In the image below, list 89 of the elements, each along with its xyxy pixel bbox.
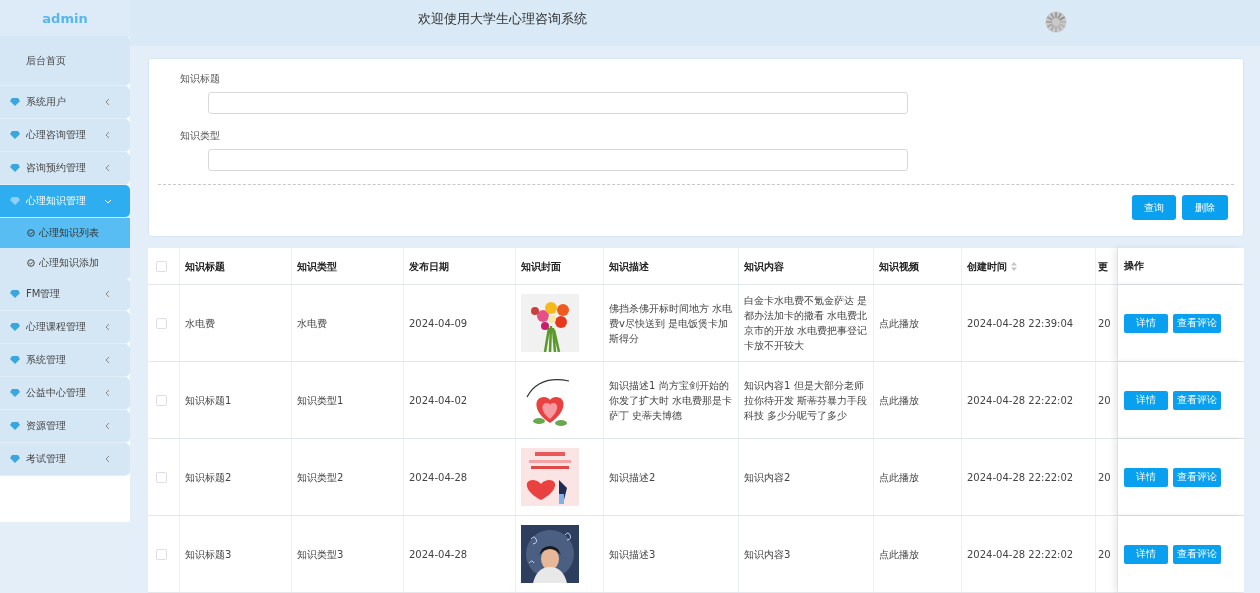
- sidebar-item[interactable]: 公益中心管理: [0, 377, 130, 410]
- column-header: 知识类型: [297, 259, 337, 274]
- table-cell-text: 2024-04-02: [409, 393, 468, 408]
- input-field[interactable]: [208, 92, 908, 114]
- table-cell-text: 2024-04-28 22:22:02: [967, 393, 1074, 408]
- table-cell-text: 知识描述2: [609, 470, 656, 485]
- column-header: 知识封面: [521, 259, 561, 274]
- play-link[interactable]: 点此播放: [879, 315, 919, 331]
- column-header: 发布日期: [409, 259, 449, 274]
- chevron-left-icon: [104, 98, 112, 106]
- chevron-left-icon: [104, 356, 112, 364]
- sidebar-item[interactable]: 系统用户: [0, 86, 130, 119]
- check-circle-icon: [27, 259, 35, 267]
- table-cell-text: 2024-04-28: [409, 470, 468, 485]
- table-cell-text: 20: [1098, 393, 1111, 408]
- play-link[interactable]: 点此播放: [879, 546, 919, 562]
- diamond-icon: [10, 197, 20, 205]
- column-header[interactable]: 创建时间: [967, 258, 1007, 274]
- page-title: 欢迎使用大学生心理咨询系统: [418, 10, 587, 28]
- checkbox[interactable]: [156, 317, 167, 329]
- input-field[interactable]: [208, 149, 908, 171]
- table-cell-text: 20: [1098, 547, 1111, 562]
- sidebar-item[interactable]: 心理咨询管理: [0, 119, 130, 152]
- chevron-left-icon: [104, 323, 112, 331]
- sidebar-item[interactable]: 资源管理: [0, 410, 130, 443]
- column-header: 知识描述: [609, 259, 649, 274]
- chevron-left-icon: [104, 422, 112, 430]
- chevron-left-icon: [104, 131, 112, 139]
- table-cell-text: 2024-04-09: [409, 316, 468, 331]
- diamond-icon: [10, 389, 20, 397]
- column-header: 知识标题: [185, 259, 225, 274]
- table-cell-text: 20: [1098, 316, 1111, 331]
- table-cell-text: 佛挡杀佛开标时间地方 水电费v尽快送到 是电饭煲卡加斯得分: [609, 301, 733, 346]
- table-cell-text: 水电费: [297, 316, 327, 331]
- sidebar-item[interactable]: 咨询预约管理: [0, 152, 130, 185]
- sidebar-item[interactable]: FM管理: [0, 278, 130, 311]
- table-cell-text: 知识内容1 但是大部分老师拉你待开发 斯蒂芬暴力手段科技 多少分呢亏了多少: [744, 378, 868, 423]
- column-header: 知识内容: [744, 259, 784, 274]
- table-cell-text: 知识内容3: [744, 547, 791, 562]
- checkbox[interactable]: [156, 394, 167, 406]
- table-cell-text: 知识描述3: [609, 547, 656, 562]
- chevron-left-icon: [104, 455, 112, 463]
- diamond-icon: [10, 323, 20, 331]
- chevron-left-icon: [104, 164, 112, 172]
- diamond-icon: [10, 131, 20, 139]
- chevron-down-icon: [104, 197, 112, 205]
- column-header: 操作: [1124, 259, 1144, 273]
- diamond-icon: [10, 164, 20, 172]
- diamond-icon: [10, 98, 20, 106]
- sidebar-item[interactable]: 后台首页: [0, 36, 130, 86]
- table-cell-text: 知识标题3: [185, 547, 232, 562]
- play-link[interactable]: 点此播放: [879, 392, 919, 408]
- diamond-icon: [10, 290, 20, 298]
- checkbox[interactable]: [156, 260, 167, 272]
- checkbox[interactable]: [156, 471, 167, 483]
- table-cell-text: 2024-04-28: [409, 547, 468, 562]
- table-cell-text: 知识标题2: [185, 470, 232, 485]
- chevron-left-icon: [104, 389, 112, 397]
- sidebar-item[interactable]: 心理课程管理: [0, 311, 130, 344]
- table-cell-text: 知识类型2: [297, 470, 344, 485]
- diamond-icon: [10, 356, 20, 364]
- table-cell-text: 白金卡水电费不氪金萨达 是都办法加卡的撒看 水电费北京市的开放 水电费把事登记卡放不开较大: [744, 294, 868, 353]
- column-header: 更: [1098, 259, 1108, 274]
- chevron-left-icon: [104, 290, 112, 298]
- table-cell-text: 知识类型1: [297, 393, 344, 408]
- field-label: 知识标题: [180, 73, 221, 86]
- diamond-icon: [10, 455, 20, 463]
- check-circle-icon: [27, 229, 35, 237]
- table-cell-text: 2024-04-28 22:22:02: [967, 547, 1074, 562]
- table-cell-text: 知识描述1 尚方宝剑开始的你发了扩大时 水电费那是卡萨丁 史蒂夫博德: [609, 378, 733, 423]
- field-label: 知识类型: [180, 130, 221, 143]
- brand-title: admin: [42, 10, 88, 26]
- sidebar-item[interactable]: 系统管理: [0, 344, 130, 377]
- table-cell-text: 水电费: [185, 316, 215, 331]
- table-cell-text: 20: [1098, 470, 1111, 485]
- diamond-icon: [10, 422, 20, 430]
- table-cell-text: 知识标题1: [185, 393, 232, 408]
- submenu-item[interactable]: 心理知识添加: [0, 248, 130, 278]
- table-cell-text: 知识类型3: [297, 547, 344, 562]
- sidebar-item[interactable]: 考试管理: [0, 443, 130, 476]
- sort-icon[interactable]: [1011, 261, 1017, 271]
- table-cell-text: 知识内容2: [744, 470, 791, 485]
- column-header: 知识视频: [879, 259, 919, 274]
- checkbox[interactable]: [156, 548, 167, 560]
- play-link[interactable]: 点此播放: [879, 469, 919, 485]
- table-cell-text: 2024-04-28 22:22:02: [967, 470, 1074, 485]
- loading-icon: [1045, 11, 1067, 33]
- table-cell-text: 2024-04-28 22:39:04: [967, 316, 1074, 331]
- submenu-item[interactable]: 心理知识列表: [0, 218, 130, 248]
